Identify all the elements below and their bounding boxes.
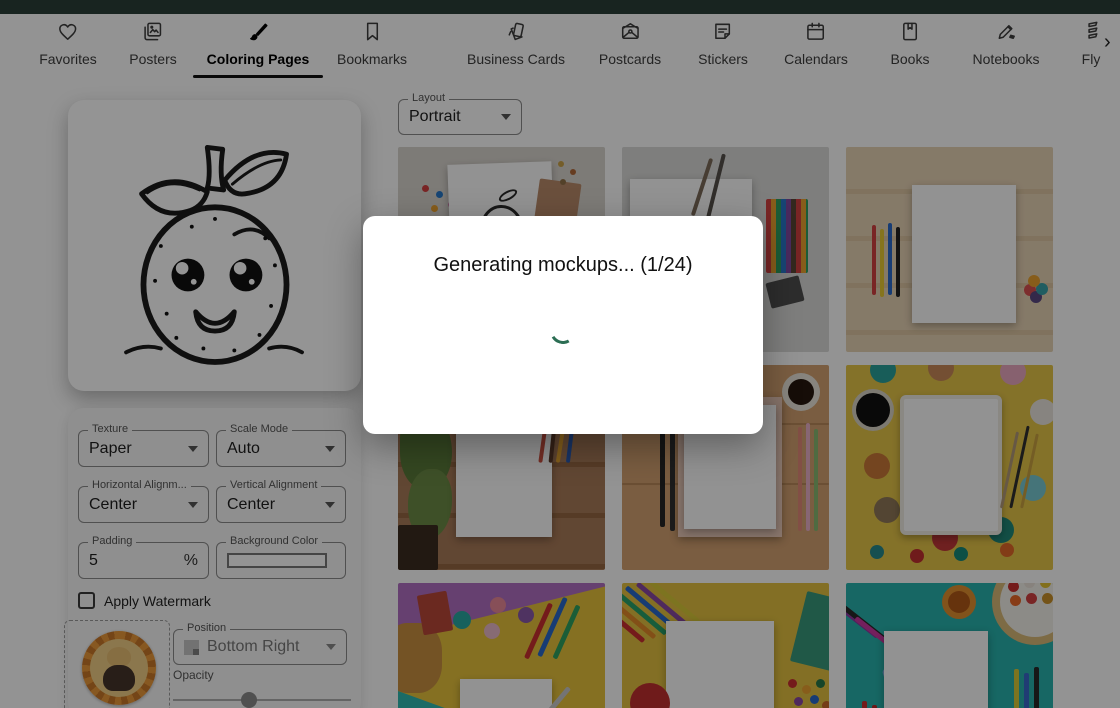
progress-message: Generating mockups... (1/24): [363, 254, 763, 277]
generating-mockups-dialog: Generating mockups... (1/24): [363, 216, 763, 434]
app-window: ‹ Favorites Posters Coloring Pages Bookm…: [0, 0, 1120, 708]
loading-spinner-icon: [547, 315, 579, 347]
